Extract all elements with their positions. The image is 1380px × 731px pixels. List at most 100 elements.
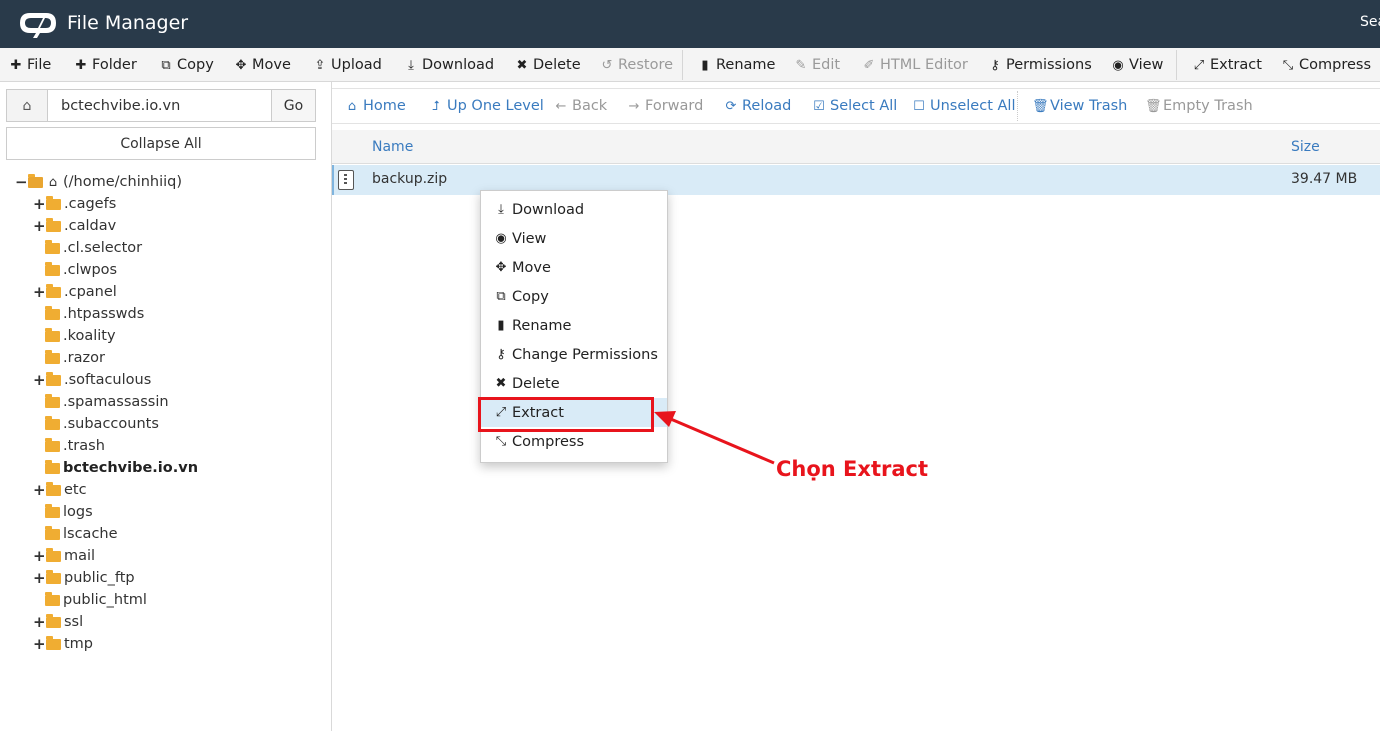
tree-item[interactable]: .subaccounts [45,413,159,435]
annotation-arrow-icon [654,411,775,465]
toolbar-divider [682,50,683,80]
tree-item[interactable]: + tmp [33,633,93,655]
file-icon: ▮ [497,318,505,333]
new-folder-button[interactable]: ✚ Folder [74,48,137,82]
expand-plus-icon[interactable]: + [33,547,46,565]
tree-item[interactable]: + .caldav [33,215,116,237]
tree-item[interactable]: .cl.selector [45,237,142,259]
tree-item[interactable]: .spamassassin [45,391,169,413]
ctx-copy-item[interactable]: ⧉ Copy [481,282,667,311]
nav-home-button[interactable]: ⌂ Home [345,89,406,123]
restore-button[interactable]: ↺ Restore [600,48,673,82]
ctx-rename-item[interactable]: ▮ Rename [481,311,667,340]
nav-view-trash-button[interactable]: 🗑 View Trash [1032,89,1127,123]
delete-button[interactable]: ✖ Delete [515,48,581,82]
path-input[interactable] [49,90,271,121]
collapse-minus-icon[interactable]: − [15,173,28,191]
ctx-delete-label: Delete [512,375,560,392]
tree-item[interactable]: .razor [45,347,105,369]
nav-forward-button[interactable]: → Forward [627,89,704,123]
new-file-button[interactable]: ✚ File [9,48,52,82]
nav-select-all-button[interactable]: ☑ Select All [812,89,897,123]
tree-item[interactable]: public_html [45,589,147,611]
compress-label: Compress [1299,57,1371,73]
edit-square-icon: ✐ [863,57,875,73]
nav-back-button[interactable]: ← Back [554,89,608,123]
folder-icon [45,415,60,430]
expand-plus-icon[interactable]: + [33,569,46,587]
expand-plus-icon[interactable]: + [33,371,46,389]
upload-button[interactable]: ⇪ Upload [313,48,382,82]
tree-item[interactable]: bctechvibe.io.vn [45,457,198,479]
tree-item-label: .razor [63,350,105,366]
search-label[interactable]: Sea [1360,14,1380,30]
nav-reload-button[interactable]: ⟳ Reload [724,89,792,123]
compress-button[interactable]: ⤡ Compress [1281,48,1371,82]
nav-unselect-all-button[interactable]: ☐ Unselect All [912,89,1015,123]
expand-plus-icon[interactable]: + [33,217,46,235]
nav-forward-label: Forward [645,98,704,114]
tree-item[interactable]: lscache [45,523,118,545]
tree-item-label: .softaculous [64,372,152,388]
edit-button[interactable]: ✎ Edit [794,48,841,82]
nav-empty-trash-button[interactable]: 🗑 Empty Trash [1145,89,1253,123]
expand-plus-icon[interactable]: + [33,195,46,213]
extract-button[interactable]: ⤢ Extract [1192,48,1262,82]
expand-plus-icon[interactable]: + [33,481,46,499]
tree-item[interactable]: .clwpos [45,259,117,281]
tree-item-label: public_html [63,592,147,608]
tree-item[interactable]: .htpasswds [45,303,144,325]
extract-label: Extract [1210,57,1262,73]
permissions-button[interactable]: ⚷ Permissions [988,48,1092,82]
tree-item-label: .trash [63,438,105,454]
expand-plus-icon[interactable]: + [33,283,46,301]
expand-icon: ⤢ [1193,57,1205,73]
html-editor-label: HTML Editor [880,57,968,73]
column-size-header[interactable]: Size [1291,139,1320,155]
tree-item[interactable]: .koality [45,325,116,347]
tree-item-label: .koality [63,328,116,344]
permissions-label: Permissions [1006,57,1092,73]
rename-button[interactable]: ▮ Rename [698,48,775,82]
tree-item[interactable]: .trash [45,435,105,457]
toolbar-divider [1176,50,1177,80]
tree-item[interactable]: + mail [33,545,95,567]
collapse-all-button[interactable]: Collapse All [6,127,316,160]
ctx-permissions-item[interactable]: ⚷ Change Permissions [481,340,667,369]
home-path-button[interactable]: ⌂ [7,90,48,121]
ctx-view-item[interactable]: ◉ View [481,224,667,253]
annotation-label: Chọn Extract [776,457,928,481]
go-button[interactable]: Go [271,90,315,121]
plus-icon: ✚ [10,57,22,73]
home-icon: ⌂ [22,97,32,114]
download-button[interactable]: ⤓ Download [404,48,494,82]
html-editor-button[interactable]: ✐ HTML Editor [862,48,968,82]
ctx-download-item[interactable]: ⤓ Download [481,195,667,224]
tree-item[interactable]: + ssl [33,611,83,633]
tree-root[interactable]: − ⌂ (/home/chinhiiq) [15,171,182,193]
ctx-rename-label: Rename [512,317,572,334]
copy-button[interactable]: ⧉ Copy [159,48,213,82]
move-arrows-icon: ✥ [235,57,247,73]
home-icon: ⌂ [347,98,357,114]
ctx-move-item[interactable]: ✥ Move [481,253,667,282]
tree-item[interactable]: + .cagefs [33,193,116,215]
tree-item[interactable]: + .softaculous [33,369,151,391]
folder-open-icon [28,173,43,188]
expand-plus-icon[interactable]: + [33,635,46,653]
eye-icon: ◉ [1112,57,1124,73]
tree-item[interactable]: logs [45,501,93,523]
tree-item[interactable]: + etc [33,479,87,501]
folder-icon [46,217,61,232]
arrow-right-icon: → [628,98,640,114]
ctx-delete-item[interactable]: ✖ Delete [481,369,667,398]
move-button[interactable]: ✥ Move [234,48,291,82]
key-icon: ⚷ [990,57,1000,73]
tree-item[interactable]: + public_ftp [33,567,135,589]
view-button[interactable]: ◉ View [1111,48,1163,82]
expand-plus-icon[interactable]: + [33,613,46,631]
nav-up-level-button[interactable]: ⮥ Up One Level [429,89,544,123]
undo-icon: ↺ [601,57,613,73]
column-name-header[interactable]: Name [372,139,413,155]
tree-item[interactable]: + .cpanel [33,281,117,303]
